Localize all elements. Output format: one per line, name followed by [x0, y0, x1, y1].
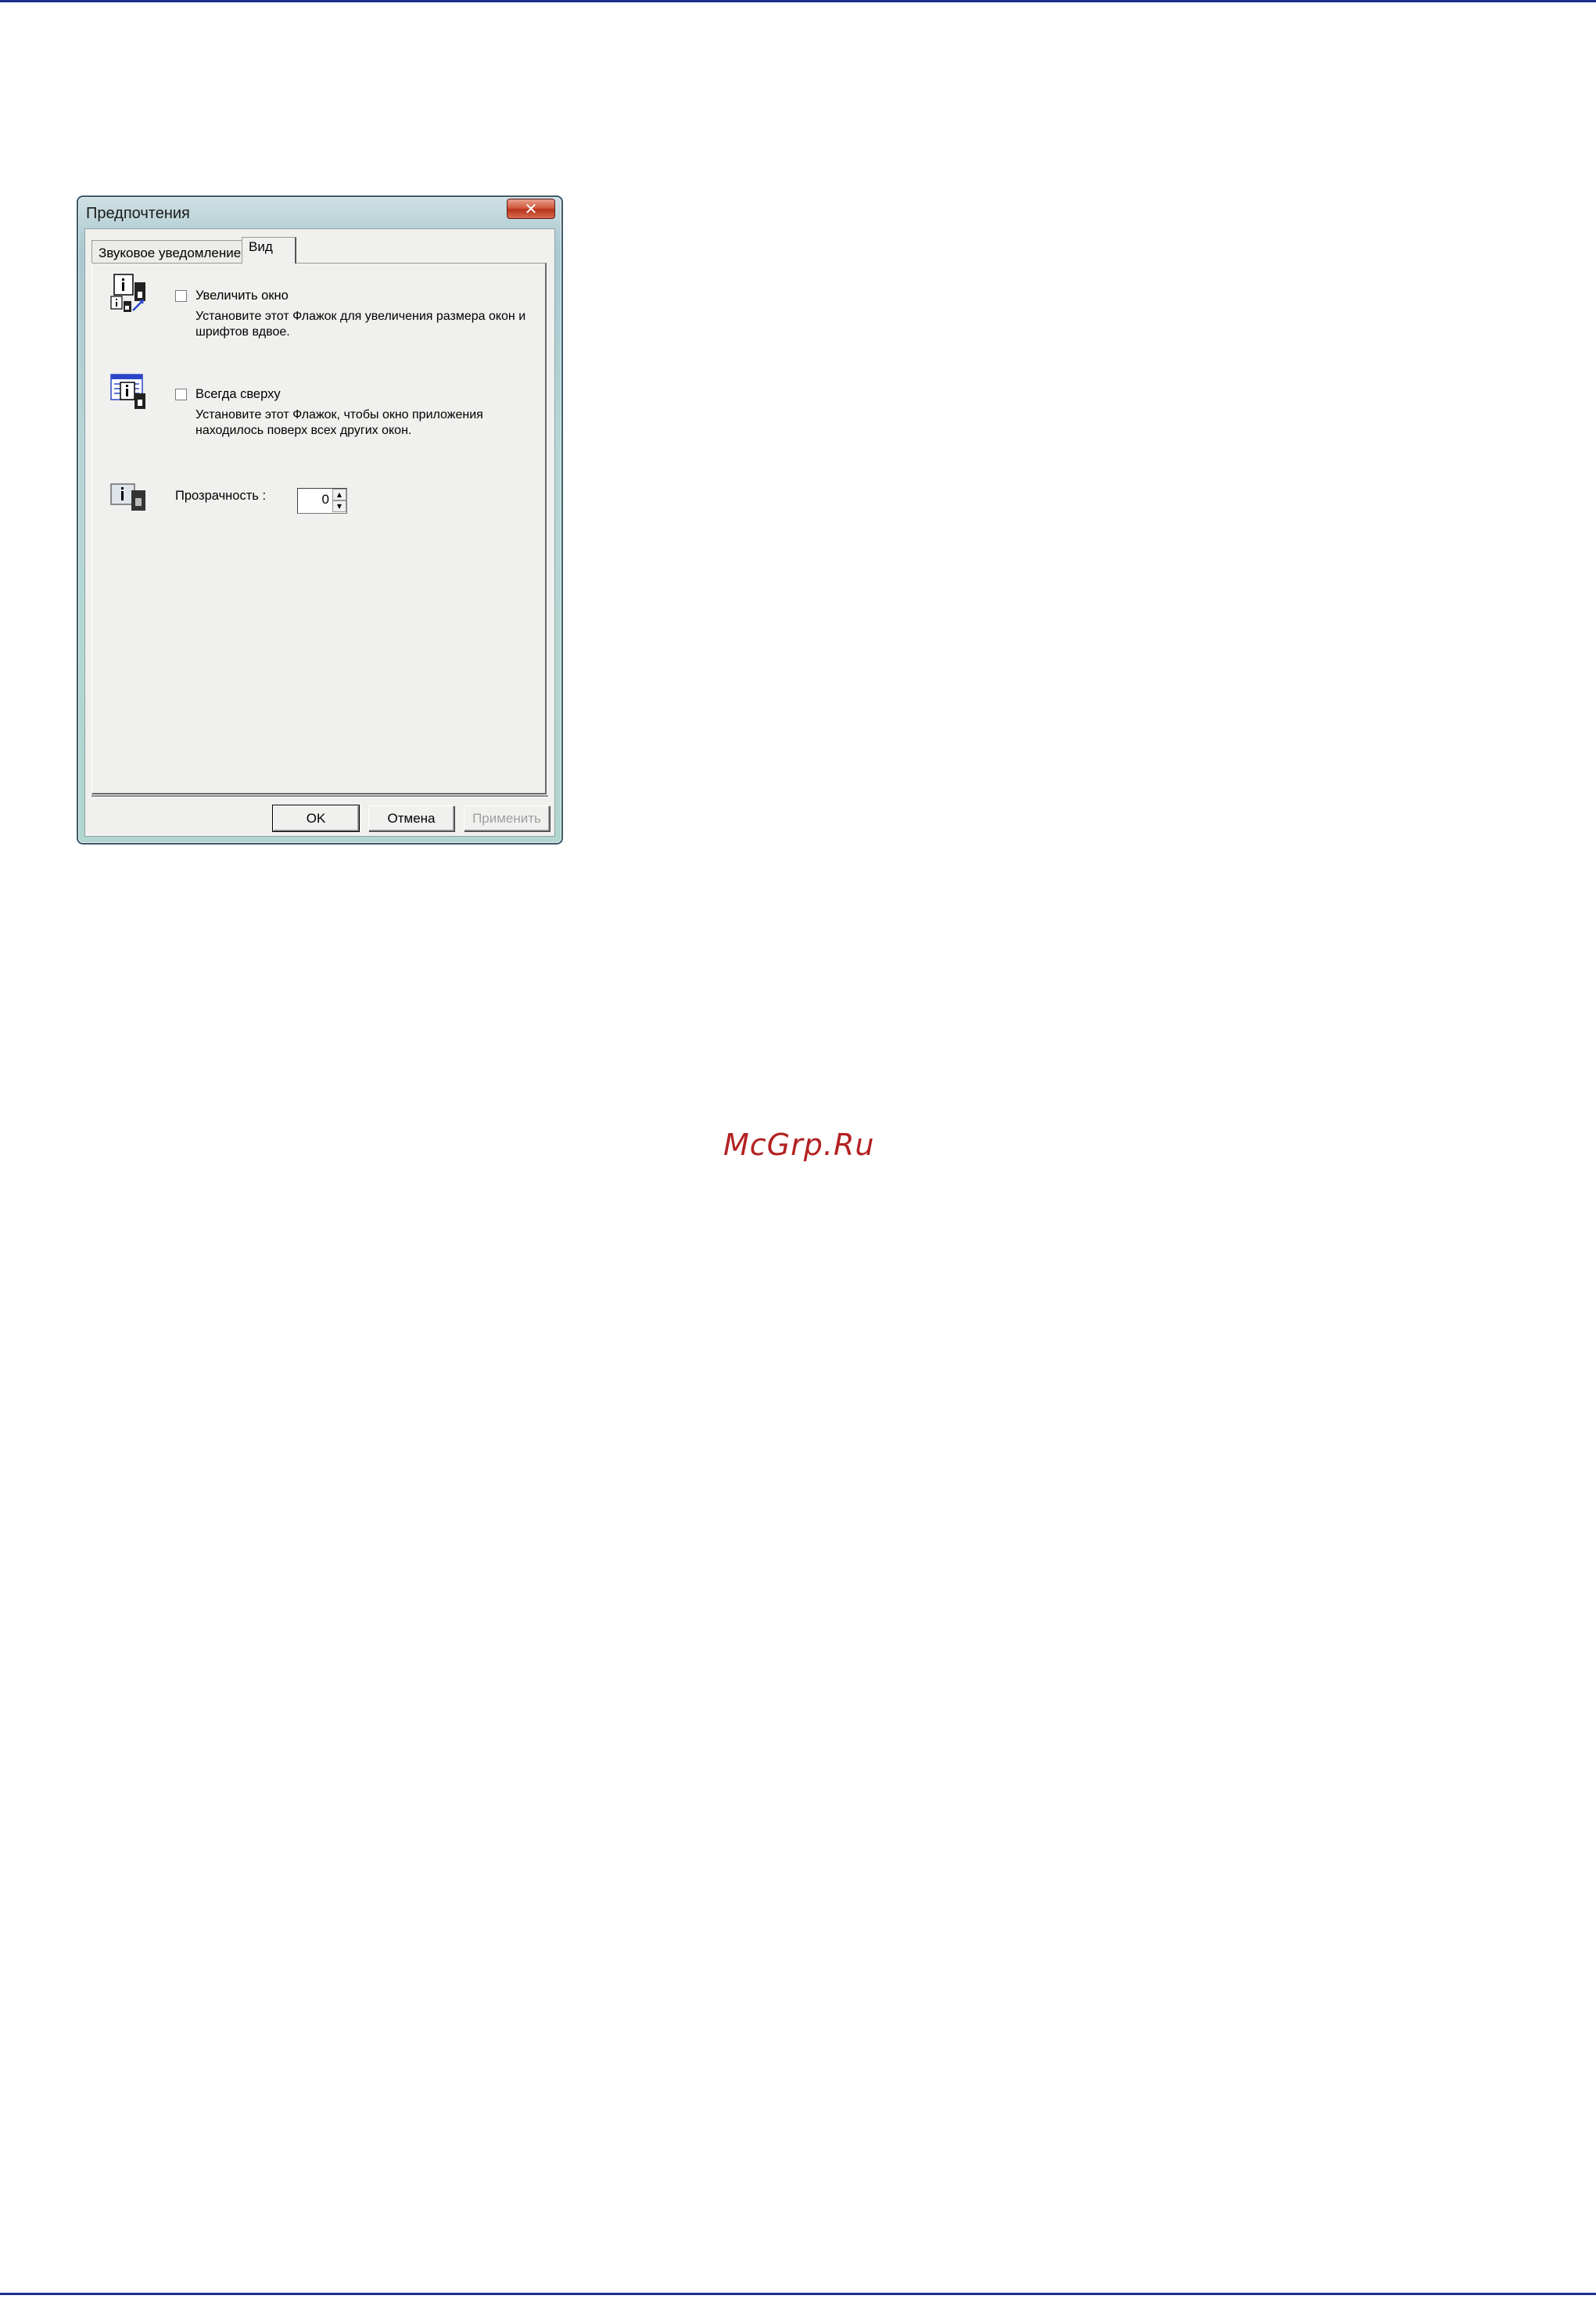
- tab-label: Вид: [249, 239, 273, 254]
- transparency-value[interactable]: 0: [322, 492, 329, 508]
- watermark-text: McGrp.Ru: [723, 1128, 875, 1162]
- button-separator: [91, 795, 548, 798]
- always-on-top-label: Всегда сверху: [195, 387, 281, 401]
- transparency-spinner[interactable]: 0 ▲ ▼: [297, 488, 347, 514]
- preferences-dialog: Предпочтения ✕ Звуковое уведомление Вид: [77, 195, 563, 845]
- transparency-icon: [110, 483, 145, 511]
- cancel-button[interactable]: Отмена: [368, 805, 454, 831]
- view-tab-panel: Увеличить окно Установите этот Флажок дл…: [91, 263, 547, 794]
- close-icon: ✕: [524, 199, 538, 218]
- enlarge-window-icon: [110, 274, 145, 312]
- arrow-up-icon: ▲: [336, 490, 343, 498]
- apply-button[interactable]: Применить: [464, 805, 550, 831]
- tab-sound-notification[interactable]: Звуковое уведомление: [91, 240, 243, 264]
- enlarge-window-description: Установите этот Флажок для увеличения ра…: [195, 310, 526, 339]
- dialog-client-area: Звуковое уведомление Вид Увеличить окно …: [84, 228, 555, 837]
- always-on-top-description: Установите этот Флажок, чтобы окно прило…: [195, 408, 483, 437]
- ok-button[interactable]: OK: [272, 805, 360, 832]
- title-bar[interactable]: Предпочтения ✕: [78, 197, 561, 228]
- arrow-down-icon: ▼: [336, 502, 343, 510]
- window-title: Предпочтения: [86, 205, 190, 222]
- transparency-label: Прозрачность :: [175, 489, 267, 503]
- top-rule: [0, 0, 1596, 2]
- tab-label: Звуковое уведомление: [99, 246, 242, 260]
- spinner-up-button[interactable]: ▲: [332, 489, 346, 500]
- always-on-top-icon: [110, 374, 145, 409]
- spinner-down-button[interactable]: ▼: [332, 500, 346, 512]
- enlarge-window-label: Увеличить окно: [195, 289, 289, 303]
- tab-view[interactable]: Вид: [242, 237, 296, 264]
- bottom-rule: [0, 2293, 1596, 2295]
- enlarge-window-checkbox[interactable]: [175, 290, 187, 302]
- spinner-buttons: ▲ ▼: [332, 489, 346, 513]
- close-button[interactable]: ✕: [507, 199, 555, 219]
- always-on-top-checkbox[interactable]: [175, 389, 187, 400]
